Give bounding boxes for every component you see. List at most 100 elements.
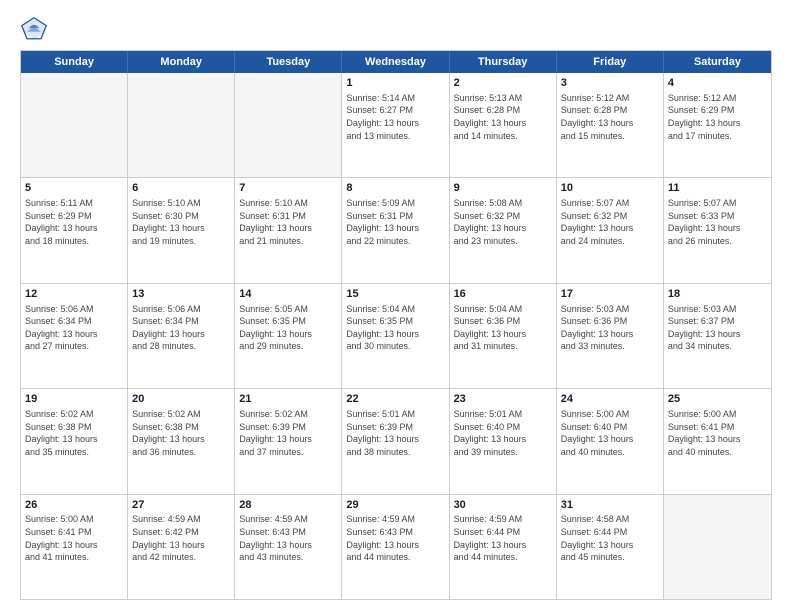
cal-cell: 10Sunrise: 5:07 AM Sunset: 6:32 PM Dayli… <box>557 178 664 282</box>
cal-cell: 4Sunrise: 5:12 AM Sunset: 6:29 PM Daylig… <box>664 73 771 177</box>
day-number: 5 <box>25 181 123 196</box>
cal-cell: 15Sunrise: 5:04 AM Sunset: 6:35 PM Dayli… <box>342 284 449 388</box>
cal-cell <box>128 73 235 177</box>
cal-cell: 21Sunrise: 5:02 AM Sunset: 6:39 PM Dayli… <box>235 389 342 493</box>
day-number: 9 <box>454 181 552 196</box>
day-number: 7 <box>239 181 337 196</box>
day-number: 22 <box>346 392 444 407</box>
day-number: 19 <box>25 392 123 407</box>
day-detail: Sunrise: 5:12 AM Sunset: 6:28 PM Dayligh… <box>561 92 659 142</box>
day-detail: Sunrise: 5:02 AM Sunset: 6:39 PM Dayligh… <box>239 408 337 458</box>
day-detail: Sunrise: 5:00 AM Sunset: 6:41 PM Dayligh… <box>25 513 123 563</box>
cal-cell: 27Sunrise: 4:59 AM Sunset: 6:42 PM Dayli… <box>128 495 235 599</box>
day-detail: Sunrise: 4:59 AM Sunset: 6:43 PM Dayligh… <box>239 513 337 563</box>
day-detail: Sunrise: 5:00 AM Sunset: 6:40 PM Dayligh… <box>561 408 659 458</box>
cal-cell <box>235 73 342 177</box>
day-number: 29 <box>346 498 444 513</box>
day-detail: Sunrise: 5:06 AM Sunset: 6:34 PM Dayligh… <box>132 303 230 353</box>
cal-cell: 24Sunrise: 5:00 AM Sunset: 6:40 PM Dayli… <box>557 389 664 493</box>
cal-week-2: 5Sunrise: 5:11 AM Sunset: 6:29 PM Daylig… <box>21 177 771 282</box>
day-detail: Sunrise: 5:05 AM Sunset: 6:35 PM Dayligh… <box>239 303 337 353</box>
day-number: 10 <box>561 181 659 196</box>
cal-cell: 12Sunrise: 5:06 AM Sunset: 6:34 PM Dayli… <box>21 284 128 388</box>
day-detail: Sunrise: 5:13 AM Sunset: 6:28 PM Dayligh… <box>454 92 552 142</box>
cal-week-1: 1Sunrise: 5:14 AM Sunset: 6:27 PM Daylig… <box>21 73 771 177</box>
calendar: SundayMondayTuesdayWednesdayThursdayFrid… <box>20 50 772 600</box>
cal-cell: 13Sunrise: 5:06 AM Sunset: 6:34 PM Dayli… <box>128 284 235 388</box>
day-detail: Sunrise: 5:00 AM Sunset: 6:41 PM Dayligh… <box>668 408 767 458</box>
page: SundayMondayTuesdayWednesdayThursdayFrid… <box>0 0 792 612</box>
cal-cell: 20Sunrise: 5:02 AM Sunset: 6:38 PM Dayli… <box>128 389 235 493</box>
cal-cell: 29Sunrise: 4:59 AM Sunset: 6:43 PM Dayli… <box>342 495 449 599</box>
cal-cell: 17Sunrise: 5:03 AM Sunset: 6:36 PM Dayli… <box>557 284 664 388</box>
cal-week-4: 19Sunrise: 5:02 AM Sunset: 6:38 PM Dayli… <box>21 388 771 493</box>
day-detail: Sunrise: 5:04 AM Sunset: 6:35 PM Dayligh… <box>346 303 444 353</box>
cal-cell: 19Sunrise: 5:02 AM Sunset: 6:38 PM Dayli… <box>21 389 128 493</box>
cal-header-monday: Monday <box>128 51 235 73</box>
day-number: 30 <box>454 498 552 513</box>
day-detail: Sunrise: 5:11 AM Sunset: 6:29 PM Dayligh… <box>25 197 123 247</box>
day-detail: Sunrise: 4:59 AM Sunset: 6:43 PM Dayligh… <box>346 513 444 563</box>
day-number: 28 <box>239 498 337 513</box>
cal-cell: 28Sunrise: 4:59 AM Sunset: 6:43 PM Dayli… <box>235 495 342 599</box>
cal-cell: 16Sunrise: 5:04 AM Sunset: 6:36 PM Dayli… <box>450 284 557 388</box>
day-detail: Sunrise: 5:10 AM Sunset: 6:30 PM Dayligh… <box>132 197 230 247</box>
cal-header-friday: Friday <box>557 51 664 73</box>
day-number: 17 <box>561 287 659 302</box>
cal-cell: 11Sunrise: 5:07 AM Sunset: 6:33 PM Dayli… <box>664 178 771 282</box>
cal-cell <box>21 73 128 177</box>
cal-header-tuesday: Tuesday <box>235 51 342 73</box>
day-number: 2 <box>454 76 552 91</box>
cal-cell: 3Sunrise: 5:12 AM Sunset: 6:28 PM Daylig… <box>557 73 664 177</box>
day-detail: Sunrise: 5:10 AM Sunset: 6:31 PM Dayligh… <box>239 197 337 247</box>
day-number: 3 <box>561 76 659 91</box>
logo <box>20 16 52 44</box>
day-number: 4 <box>668 76 767 91</box>
day-number: 31 <box>561 498 659 513</box>
day-number: 15 <box>346 287 444 302</box>
day-detail: Sunrise: 5:03 AM Sunset: 6:36 PM Dayligh… <box>561 303 659 353</box>
day-number: 8 <box>346 181 444 196</box>
logo-icon <box>20 16 48 44</box>
day-number: 18 <box>668 287 767 302</box>
day-number: 6 <box>132 181 230 196</box>
day-number: 14 <box>239 287 337 302</box>
day-number: 25 <box>668 392 767 407</box>
cal-cell: 14Sunrise: 5:05 AM Sunset: 6:35 PM Dayli… <box>235 284 342 388</box>
cal-header-thursday: Thursday <box>450 51 557 73</box>
cal-cell: 23Sunrise: 5:01 AM Sunset: 6:40 PM Dayli… <box>450 389 557 493</box>
calendar-header: SundayMondayTuesdayWednesdayThursdayFrid… <box>21 51 771 73</box>
cal-week-5: 26Sunrise: 5:00 AM Sunset: 6:41 PM Dayli… <box>21 494 771 599</box>
cal-cell: 31Sunrise: 4:58 AM Sunset: 6:44 PM Dayli… <box>557 495 664 599</box>
cal-cell: 18Sunrise: 5:03 AM Sunset: 6:37 PM Dayli… <box>664 284 771 388</box>
day-detail: Sunrise: 5:08 AM Sunset: 6:32 PM Dayligh… <box>454 197 552 247</box>
cal-week-3: 12Sunrise: 5:06 AM Sunset: 6:34 PM Dayli… <box>21 283 771 388</box>
day-number: 26 <box>25 498 123 513</box>
cal-header-wednesday: Wednesday <box>342 51 449 73</box>
calendar-body: 1Sunrise: 5:14 AM Sunset: 6:27 PM Daylig… <box>21 73 771 599</box>
day-number: 21 <box>239 392 337 407</box>
day-detail: Sunrise: 5:01 AM Sunset: 6:39 PM Dayligh… <box>346 408 444 458</box>
day-number: 1 <box>346 76 444 91</box>
cal-header-saturday: Saturday <box>664 51 771 73</box>
day-detail: Sunrise: 5:04 AM Sunset: 6:36 PM Dayligh… <box>454 303 552 353</box>
day-detail: Sunrise: 5:03 AM Sunset: 6:37 PM Dayligh… <box>668 303 767 353</box>
cal-cell: 7Sunrise: 5:10 AM Sunset: 6:31 PM Daylig… <box>235 178 342 282</box>
cal-cell: 30Sunrise: 4:59 AM Sunset: 6:44 PM Dayli… <box>450 495 557 599</box>
day-detail: Sunrise: 5:07 AM Sunset: 6:32 PM Dayligh… <box>561 197 659 247</box>
day-detail: Sunrise: 4:58 AM Sunset: 6:44 PM Dayligh… <box>561 513 659 563</box>
cal-cell: 22Sunrise: 5:01 AM Sunset: 6:39 PM Dayli… <box>342 389 449 493</box>
cal-cell: 26Sunrise: 5:00 AM Sunset: 6:41 PM Dayli… <box>21 495 128 599</box>
cal-cell <box>664 495 771 599</box>
day-number: 20 <box>132 392 230 407</box>
header <box>20 16 772 44</box>
day-detail: Sunrise: 5:02 AM Sunset: 6:38 PM Dayligh… <box>25 408 123 458</box>
day-number: 12 <box>25 287 123 302</box>
cal-cell: 6Sunrise: 5:10 AM Sunset: 6:30 PM Daylig… <box>128 178 235 282</box>
cal-header-sunday: Sunday <box>21 51 128 73</box>
day-number: 27 <box>132 498 230 513</box>
cal-cell: 2Sunrise: 5:13 AM Sunset: 6:28 PM Daylig… <box>450 73 557 177</box>
day-detail: Sunrise: 5:02 AM Sunset: 6:38 PM Dayligh… <box>132 408 230 458</box>
day-detail: Sunrise: 5:01 AM Sunset: 6:40 PM Dayligh… <box>454 408 552 458</box>
day-detail: Sunrise: 5:06 AM Sunset: 6:34 PM Dayligh… <box>25 303 123 353</box>
